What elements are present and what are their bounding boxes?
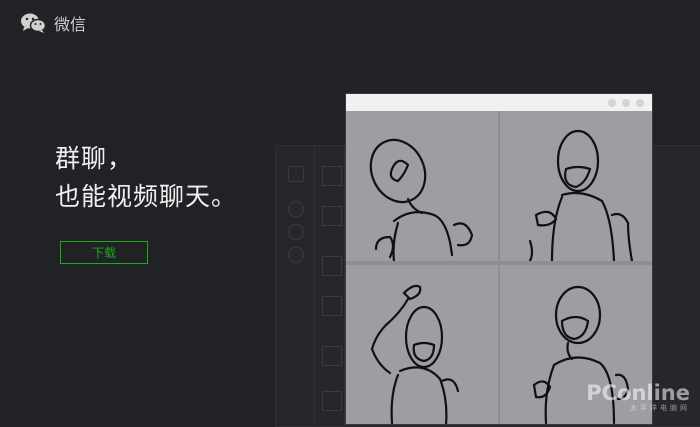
- video-tile: [346, 265, 498, 424]
- sketch-figure-icon: [370, 284, 460, 424]
- headline-line-1: 群聊，: [55, 144, 134, 173]
- video-tile: [500, 111, 652, 261]
- background-sidebar: [276, 146, 315, 426]
- background-list-item: [322, 346, 342, 366]
- download-button[interactable]: 下载: [60, 241, 148, 264]
- video-call-window: [346, 94, 652, 424]
- background-list-item: [322, 256, 342, 276]
- background-fav-icon: [288, 247, 304, 263]
- background-list-item: [322, 296, 342, 316]
- video-grid: [346, 111, 652, 424]
- sketch-figure-icon: [528, 129, 634, 261]
- window-close-icon[interactable]: [636, 99, 644, 107]
- header: 微信: [20, 10, 86, 36]
- window-maximize-icon[interactable]: [622, 99, 630, 107]
- window-minimize-icon[interactable]: [608, 99, 616, 107]
- hero-headline: 群聊， 也能视频聊天。: [55, 140, 237, 216]
- background-contacts-icon: [288, 224, 304, 240]
- app-name: 微信: [54, 15, 87, 34]
- wechat-logo-icon: [21, 13, 46, 33]
- sketch-figure-icon: [369, 138, 474, 261]
- background-chat-icon: [288, 201, 304, 217]
- watermark-subtitle: 太平洋电脑网: [630, 404, 690, 412]
- watermark-logo: PConline: [586, 381, 690, 405]
- background-chat-list: [314, 146, 345, 426]
- window-titlebar: [346, 94, 652, 111]
- background-avatar-icon: [288, 166, 304, 182]
- background-list-item: [322, 206, 342, 226]
- background-list-item: [322, 166, 342, 186]
- video-tile: [346, 111, 498, 261]
- background-list-item: [322, 391, 342, 411]
- headline-line-2: 也能视频聊天。: [55, 182, 238, 211]
